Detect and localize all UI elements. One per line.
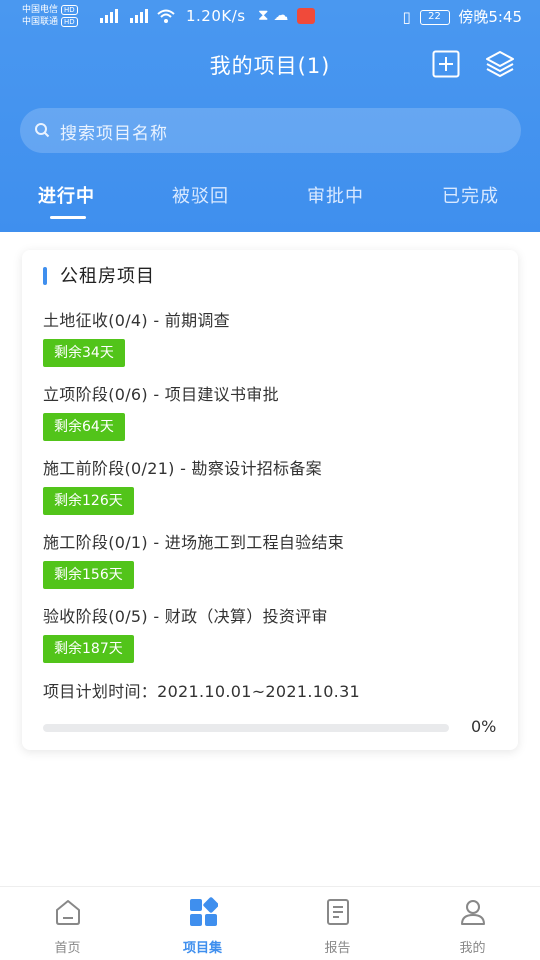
- clock: 傍晚5:45: [458, 8, 522, 26]
- vibrate-icon: ▯: [402, 8, 411, 26]
- remaining-days-badge: 剩余64天: [43, 413, 125, 441]
- plan-time: 项目计划时间：2021.10.01~2021.10.31: [43, 682, 361, 701]
- hd-badge: HD: [61, 17, 78, 27]
- nav-mine[interactable]: 我的: [405, 887, 540, 960]
- app-notification-icon: [297, 7, 316, 24]
- nav-label: 项目集: [182, 941, 222, 956]
- title-accent: [43, 267, 47, 285]
- tab-indicator: [50, 216, 86, 219]
- app-header: 中国电信 HD 中国联通 HD 1.20K/s ⧗ ☁ ▯ 22 傍晚5:45 我的…: [0, 0, 540, 232]
- phase-item[interactable]: 立项阶段(0/6) - 项目建议书审批 剩余64天: [43, 381, 503, 441]
- remaining-days-badge: 剩余126天: [43, 487, 134, 515]
- remaining-days-badge: 剩余187天: [43, 635, 134, 663]
- carrier-2: 中国联通: [22, 17, 59, 27]
- status-tabs: 进行中 被驳回 审批中 已完成: [0, 182, 540, 222]
- phase-title: 立项阶段(0/6) - 项目建议书审批: [43, 385, 279, 404]
- bottom-nav: 首页 项目集 报告 我的: [0, 886, 540, 960]
- phase-title: 土地征收(0/4) - 前期调查: [43, 311, 230, 330]
- status-right: ▯ 22 傍晚5:45: [402, 6, 522, 27]
- nav-report[interactable]: 报告: [270, 887, 405, 960]
- signal-icon: [100, 9, 118, 23]
- user-icon: [461, 900, 485, 925]
- search-placeholder: 搜索项目名称: [60, 124, 168, 144]
- project-card[interactable]: 公租房项目 土地征收(0/4) - 前期调查 剩余34天 立项阶段(0/6) -…: [22, 250, 518, 750]
- nav-home[interactable]: 首页: [0, 887, 135, 960]
- nav-projects[interactable]: 项目集: [135, 887, 270, 960]
- home-icon: [56, 900, 80, 925]
- cloud-icon: ☁: [273, 6, 289, 24]
- nav-label: 报告: [324, 941, 351, 956]
- search-input[interactable]: 搜索项目名称: [20, 108, 521, 153]
- layers-icon[interactable]: [485, 49, 515, 79]
- network-speed: 1.20K/s: [186, 7, 246, 25]
- remaining-days-badge: 剩余34天: [43, 339, 125, 367]
- phase-title: 验收阶段(0/5) - 财政（决算）投资评审: [43, 607, 328, 626]
- phase-item[interactable]: 土地征收(0/4) - 前期调查 剩余34天: [43, 307, 503, 367]
- project-name: 公租房项目: [60, 266, 155, 287]
- nav-label: 我的: [459, 941, 486, 956]
- progress-label: 0%: [471, 717, 497, 736]
- carrier-1: 中国电信: [22, 5, 59, 15]
- hd-badge: HD: [61, 5, 78, 15]
- carrier-info: 中国电信 HD 中国联通 HD: [22, 4, 78, 28]
- status-bar: 中国电信 HD 中国联通 HD 1.20K/s ⧗ ☁ ▯ 22 傍晚5:45: [0, 0, 540, 36]
- tab-in-progress[interactable]: 进行中: [38, 182, 95, 208]
- remaining-days-badge: 剩余156天: [43, 561, 134, 589]
- notification-icons: ⧗ ☁: [258, 6, 316, 24]
- phase-item[interactable]: 验收阶段(0/5) - 财政（决算）投资评审 剩余187天: [43, 603, 503, 663]
- report-icon: [327, 899, 349, 925]
- wifi-icon: [157, 9, 175, 23]
- hourglass-icon: ⧗: [258, 6, 269, 24]
- add-project-button[interactable]: [432, 50, 460, 78]
- phase-title: 施工前阶段(0/21) - 勘察设计招标备案: [43, 459, 322, 478]
- grid-icon: [190, 897, 218, 926]
- phase-item[interactable]: 施工前阶段(0/21) - 勘察设计招标备案 剩余126天: [43, 455, 503, 515]
- progress-bar: [43, 724, 449, 732]
- tab-rejected[interactable]: 被驳回: [172, 182, 229, 208]
- battery-icon: 22: [419, 10, 450, 25]
- tab-completed[interactable]: 已完成: [442, 182, 499, 208]
- search-icon: [35, 123, 50, 138]
- phase-title: 施工阶段(0/1) - 进场施工到工程自验结束: [43, 533, 345, 552]
- nav-label: 首页: [54, 941, 81, 956]
- signal-icon: [130, 9, 148, 23]
- tab-pending-approval[interactable]: 审批中: [307, 182, 364, 208]
- phase-item[interactable]: 施工阶段(0/1) - 进场施工到工程自验结束 剩余156天: [43, 529, 503, 589]
- title-bar: 我的项目(1): [0, 44, 540, 84]
